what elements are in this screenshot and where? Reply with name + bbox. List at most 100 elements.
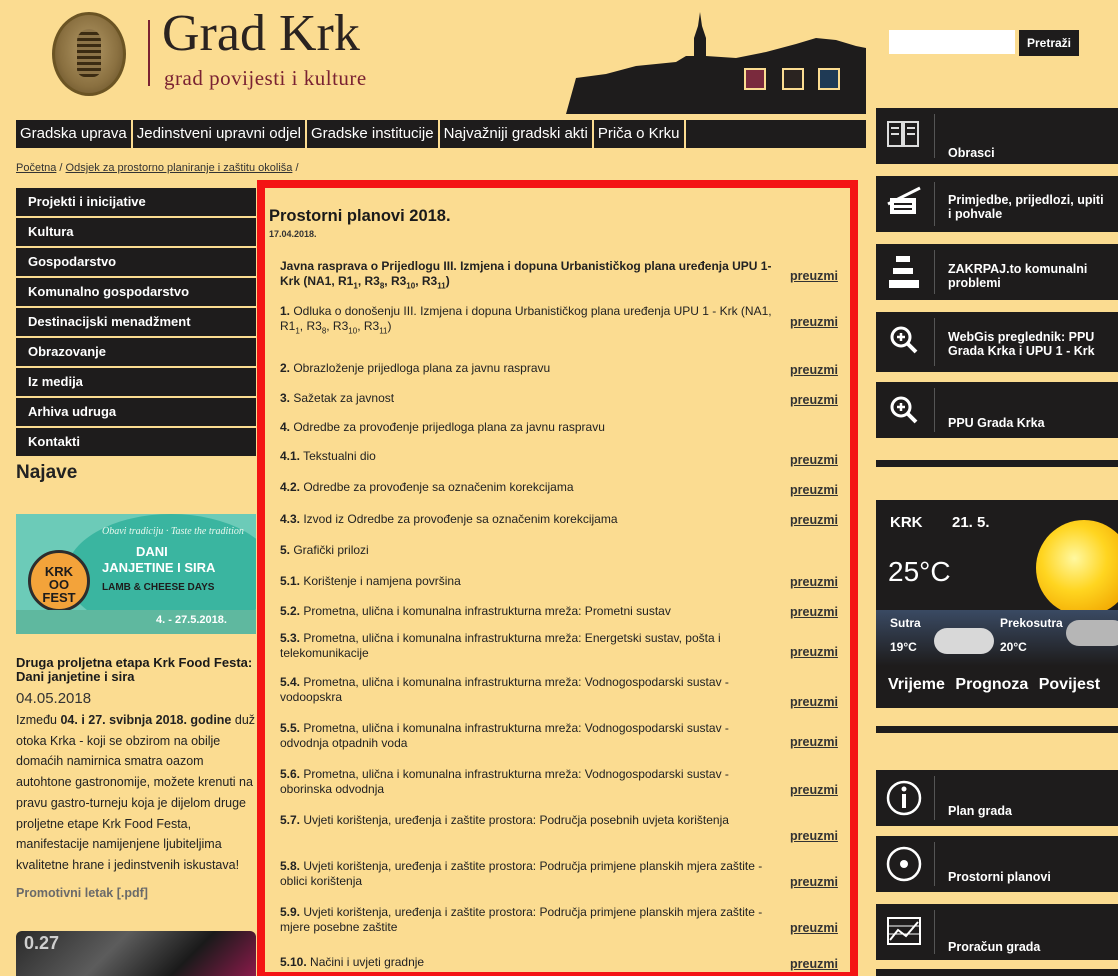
- nav-jedinstveni-upravni-odjel[interactable]: Jedinstveni upravni odjel: [132, 120, 306, 148]
- right-box-label: Obrasci: [948, 146, 995, 160]
- right-box-ppu[interactable]: PPU Grada Krka: [876, 382, 1118, 438]
- download-link[interactable]: preuzmi: [790, 315, 838, 329]
- weather-link-prognoza[interactable]: Prognoza: [955, 676, 1028, 693]
- info-icon: [886, 780, 922, 816]
- weather-dayafter-temp: 20°C: [1000, 640, 1027, 654]
- nav-gradske-institucije[interactable]: Gradske institucije: [307, 120, 438, 148]
- nav-najvazniji-gradski-akti[interactable]: Najvažniji gradski akti: [439, 120, 592, 148]
- document-row: 4.1. Tekstualni dio preuzmi: [265, 435, 850, 467]
- document-row: 5.2. Prometna, ulična i komunalna infras…: [265, 589, 850, 619]
- theme-switch-burgundy[interactable]: [744, 68, 766, 90]
- breadcrumb: Početna / Odsjek za prostorno planiranje…: [16, 162, 299, 174]
- document-title: 5.4. Prometna, ulična i komunalna infras…: [280, 675, 729, 704]
- owl-logo[interactable]: [52, 12, 126, 96]
- right-box-prostorni-planovi[interactable]: Prostorni planovi: [876, 836, 1118, 892]
- najave-heading: Najave: [16, 462, 78, 483]
- breadcrumb-section[interactable]: Odsjek za prostorno planiranje i zaštitu…: [66, 162, 293, 174]
- document-row: 5.7. Uvjeti korištenja, uređenja i zašti…: [265, 799, 850, 845]
- download-link[interactable]: preuzmi: [790, 269, 838, 283]
- weather-link-povijest[interactable]: Povijest: [1039, 676, 1100, 693]
- sidebar-item-destinacijski[interactable]: Destinacijski menadžment: [16, 308, 256, 336]
- target-icon: [886, 846, 922, 882]
- sidebar-item-arhiva-udruga[interactable]: Arhiva udruga: [16, 398, 256, 426]
- krk-skyline-image: [566, 12, 866, 114]
- download-link[interactable]: preuzmi: [790, 875, 838, 889]
- download-link[interactable]: preuzmi: [790, 513, 838, 527]
- document-row: 5.1. Korištenje i namjena površina preuzm…: [265, 559, 850, 589]
- promo-line3: LAMB & CHEESE DAYS: [102, 582, 215, 593]
- document-row: 4. Odredbe za provođenje prijedloga plan…: [265, 406, 850, 435]
- promo-leaflet-link[interactable]: Promotivni letak [.pdf]: [16, 886, 148, 900]
- download-link[interactable]: preuzmi: [790, 829, 838, 843]
- weather-date: 21. 5.: [952, 514, 990, 531]
- download-link[interactable]: preuzmi: [790, 483, 838, 497]
- right-box-label: Plan grada: [948, 804, 1012, 818]
- right-box-plan-grada[interactable]: Plan grada: [876, 770, 1118, 826]
- document-title: 5.7. Uvjeti korištenja, uređenja i zašti…: [280, 813, 729, 827]
- document-row: 5.3. Prometna, ulična i komunalna infras…: [265, 617, 850, 661]
- right-box-label: Prostorni planovi: [948, 870, 1051, 884]
- sidebar-item-gospodarstvo[interactable]: Gospodarstvo: [16, 248, 256, 276]
- document-title: 5.6. Prometna, ulična i komunalna infras…: [280, 767, 729, 796]
- download-link[interactable]: preuzmi: [790, 645, 838, 659]
- document-title: 5.10. Načini i uvjeti gradnje: [280, 955, 425, 969]
- download-link[interactable]: preuzmi: [790, 393, 838, 407]
- sidebar-item-iz-medija[interactable]: Iz medija: [16, 368, 256, 396]
- right-box-primjedbe[interactable]: Primjedbe, prijedlozi, upiti i pohvale: [876, 176, 1118, 232]
- news-image-2-text: 0.27: [24, 933, 60, 953]
- document-row: 5.4. Prometna, ulična i komunalna infras…: [265, 661, 850, 709]
- weather-link-vrijeme[interactable]: Vrijeme: [888, 676, 945, 693]
- document-title: 5.1. Korištenje i namjena površina: [280, 574, 461, 588]
- document-title: 1. Odluka o donošenju III. Izmjena i dop…: [280, 304, 772, 336]
- search-input[interactable]: [889, 30, 1015, 54]
- theme-switch-dark[interactable]: [782, 68, 804, 90]
- document-row: 3. Sažetak za javnost preuzmi: [265, 375, 850, 407]
- promo-line2: JANJETINE I SIRA: [102, 560, 216, 575]
- sidebar-item-kontakti[interactable]: Kontakti: [16, 428, 256, 456]
- right-box-label: Primjedbe, prijedlozi, upiti i pohvale: [948, 193, 1104, 221]
- site-title[interactable]: Grad Krk: [162, 8, 360, 63]
- download-link[interactable]: preuzmi: [790, 735, 838, 749]
- news-body: Između 04. i 27. svibnja 2018. godine du…: [16, 713, 256, 872]
- sidebar-menu: Projekti i inicijative Kultura Gospodars…: [16, 188, 256, 458]
- document-title: 5.5. Prometna, ulična i komunalna infras…: [280, 721, 729, 750]
- download-link[interactable]: preuzmi: [790, 957, 838, 971]
- forms-icon: [887, 121, 919, 147]
- theme-switch-blue[interactable]: [818, 68, 840, 90]
- promo-script: Obavi tradiciju · Taste the tradition: [102, 526, 244, 537]
- sidebar-item-komunalno[interactable]: Komunalno gospodarstvo: [16, 278, 256, 306]
- right-box-zakrpaj[interactable]: ZAKRPAJ.to komunalni problemi: [876, 244, 1118, 300]
- document-row: 2. Obrazloženje prijedloga plana za javn…: [265, 345, 850, 377]
- document-title: 2. Obrazloženje prijedloga plana za javn…: [280, 361, 551, 375]
- news-date: 04.05.2018: [16, 690, 92, 707]
- right-box-obrasci[interactable]: Obrasci: [876, 108, 1118, 164]
- download-link[interactable]: preuzmi: [790, 921, 838, 935]
- download-link[interactable]: preuzmi: [790, 783, 838, 797]
- right-box-label: WebGis preglednik: PPU Grada Krka i UPU …: [948, 330, 1095, 358]
- download-link[interactable]: preuzmi: [790, 575, 838, 589]
- nav-gradska-uprava[interactable]: Gradska uprava: [16, 120, 131, 148]
- document-title: 4. Odredbe za provođenje prijedloga plan…: [280, 420, 605, 434]
- breadcrumb-home[interactable]: Početna: [16, 162, 56, 174]
- document-row: Javna rasprava o Prijedlogu III. Izmjena…: [265, 241, 850, 290]
- document-row: 5.10. Načini i uvjeti gradnje preuzmi: [265, 941, 850, 972]
- zoom-icon: [890, 326, 918, 354]
- sidebar-item-obrazovanje[interactable]: Obrazovanje: [16, 338, 256, 366]
- document-row: 5.9. Uvjeti korištenja, uređenja i zašti…: [265, 891, 850, 941]
- document-title: 4.2. Odredbe za provođenje sa označenim …: [280, 480, 574, 494]
- right-box-webgis[interactable]: WebGis preglednik: PPU Grada Krka i UPU …: [876, 312, 1118, 372]
- sidebar-item-projekti[interactable]: Projekti i inicijative: [16, 188, 256, 216]
- search-button[interactable]: Pretraži: [1019, 30, 1079, 56]
- news-image-2[interactable]: 0.27: [16, 931, 256, 976]
- right-box-label: Proračun grada: [948, 940, 1041, 954]
- nav-prica-o-krku[interactable]: Priča o Krku: [593, 120, 684, 148]
- right-box-proracun[interactable]: Proračun grada: [876, 904, 1118, 960]
- sun-icon: [1036, 520, 1118, 616]
- page-date: 17.04.2018.: [269, 229, 317, 239]
- document-row: 5.6. Prometna, ulična i komunalna infras…: [265, 753, 850, 799]
- cloud-rain-icon: [1066, 620, 1118, 646]
- promo-banner[interactable]: Obavi tradiciju · Taste the tradition KR…: [16, 514, 256, 634]
- news-title[interactable]: Druga proljetna etapa Krk Food Festa: Da…: [16, 656, 258, 684]
- breadcrumb-sep: /: [56, 162, 66, 174]
- sidebar-item-kultura[interactable]: Kultura: [16, 218, 256, 246]
